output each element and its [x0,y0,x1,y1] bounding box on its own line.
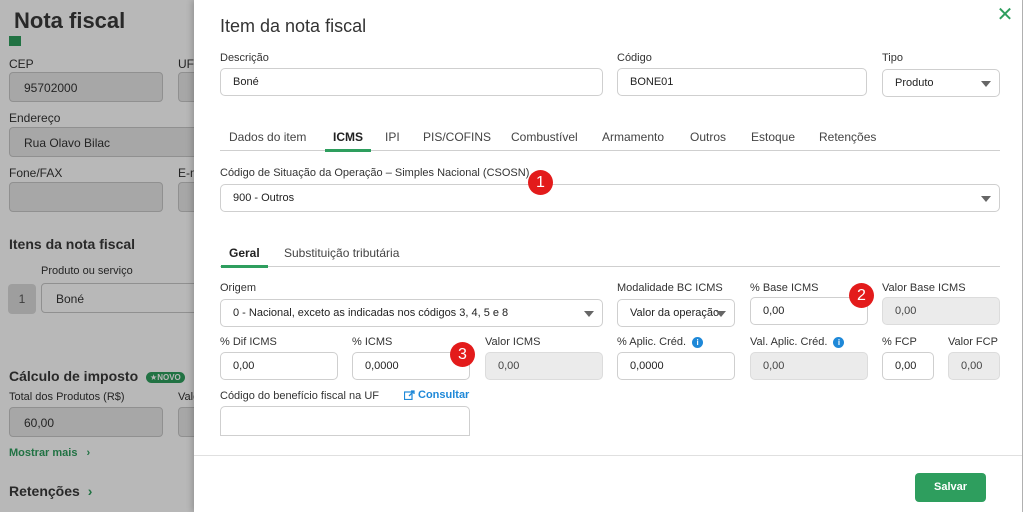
info-icon[interactable]: i [692,336,704,348]
csosn-select[interactable]: 900 - Outros [220,184,1000,212]
consultar-link[interactable]: Consultar [404,389,469,401]
valor-base-label: Valor Base ICMS [882,282,966,294]
base-icms-label: % Base ICMS [750,282,819,294]
descricao-label: Descrição [220,52,269,64]
csosn-value: 900 - Outros [233,192,295,204]
icms-label: % ICMS [352,336,393,348]
modal-title: Item da nota fiscal [220,16,367,36]
tab-dados-do-item[interactable]: Dados do item [229,130,306,151]
tab-retencoes[interactable]: Retenções [819,130,876,151]
csosn-label: Código de Situação da Operação – Simples… [220,167,530,179]
modalidade-select[interactable]: Valor da operação [617,299,735,327]
subtab-geral[interactable]: Geral [221,246,268,268]
tab-estoque[interactable]: Estoque [751,130,795,151]
marker-2: 2 [849,283,874,308]
valor-icms-label: Valor ICMS [485,336,541,348]
tab-combustivel[interactable]: Combustível [511,130,578,151]
val-aplic-input: 0,00 [750,352,868,380]
fcp-input[interactable]: 0,00 [882,352,934,380]
close-icon[interactable]: ✕ [996,5,1014,25]
origem-value: 0 - Nacional, exceto as indicadas nos có… [233,307,509,319]
dif-icms-label: % Dif ICMS [220,336,277,348]
save-button[interactable]: Salvar [915,473,986,502]
dif-icms-input[interactable]: 0,00 [220,352,338,380]
beneficio-label: Código do benefício fiscal na UF [220,390,379,402]
val-aplic-label-wrap: Val. Aplic. Créd. i [750,336,845,348]
item-modal: Item da nota fiscal ✕ Descrição Boné Cód… [194,0,1022,512]
marker-3: 3 [450,342,475,367]
valor-icms-input: 0,00 [485,352,603,380]
descricao-input[interactable]: Boné [220,68,603,96]
aplic-cred-input[interactable]: 0,0000 [617,352,735,380]
consultar-label: Consultar [418,389,470,401]
codigo-label: Código [617,52,652,64]
tab-outros[interactable]: Outros [690,130,726,151]
origem-label: Origem [220,282,257,294]
valor-fcp-input: 0,00 [948,352,1000,380]
valor-base-input: 0,00 [882,297,1000,325]
marker-1: 1 [528,170,553,195]
aplic-cred-label-wrap: % Aplic. Créd. i [617,336,704,348]
tab-ipi[interactable]: IPI [385,130,400,151]
tab-pis-cofins[interactable]: PIS/COFINS [423,130,491,151]
info-icon[interactable]: i [833,336,845,348]
tipo-select[interactable]: Produto [882,69,1000,97]
fcp-label: % FCP [882,336,917,348]
valor-fcp-label: Valor FCP [948,336,998,348]
tab-armamento[interactable]: Armamento [602,130,664,151]
tab-icms[interactable]: ICMS [325,130,371,152]
subtab-bar: Geral Substituição tributária [220,246,1000,268]
tab-bar: Dados do item ICMS IPI PIS/COFINS Combus… [220,130,1000,152]
subtab-substituicao-tributaria[interactable]: Substituição tributária [284,246,399,267]
origem-select[interactable]: 0 - Nacional, exceto as indicadas nos có… [220,299,603,327]
tipo-value: Produto [895,77,934,89]
modalidade-label: Modalidade BC ICMS [617,282,723,294]
val-aplic-label: Val. Aplic. Créd. [750,336,828,348]
modalidade-value: Valor da operação [630,307,720,319]
beneficio-input[interactable] [220,406,470,436]
codigo-input[interactable]: BONE01 [617,68,867,96]
aplic-cred-label: % Aplic. Créd. [617,336,687,348]
external-link-icon [404,390,415,401]
tipo-label: Tipo [882,52,903,64]
footer-divider [194,455,1022,456]
